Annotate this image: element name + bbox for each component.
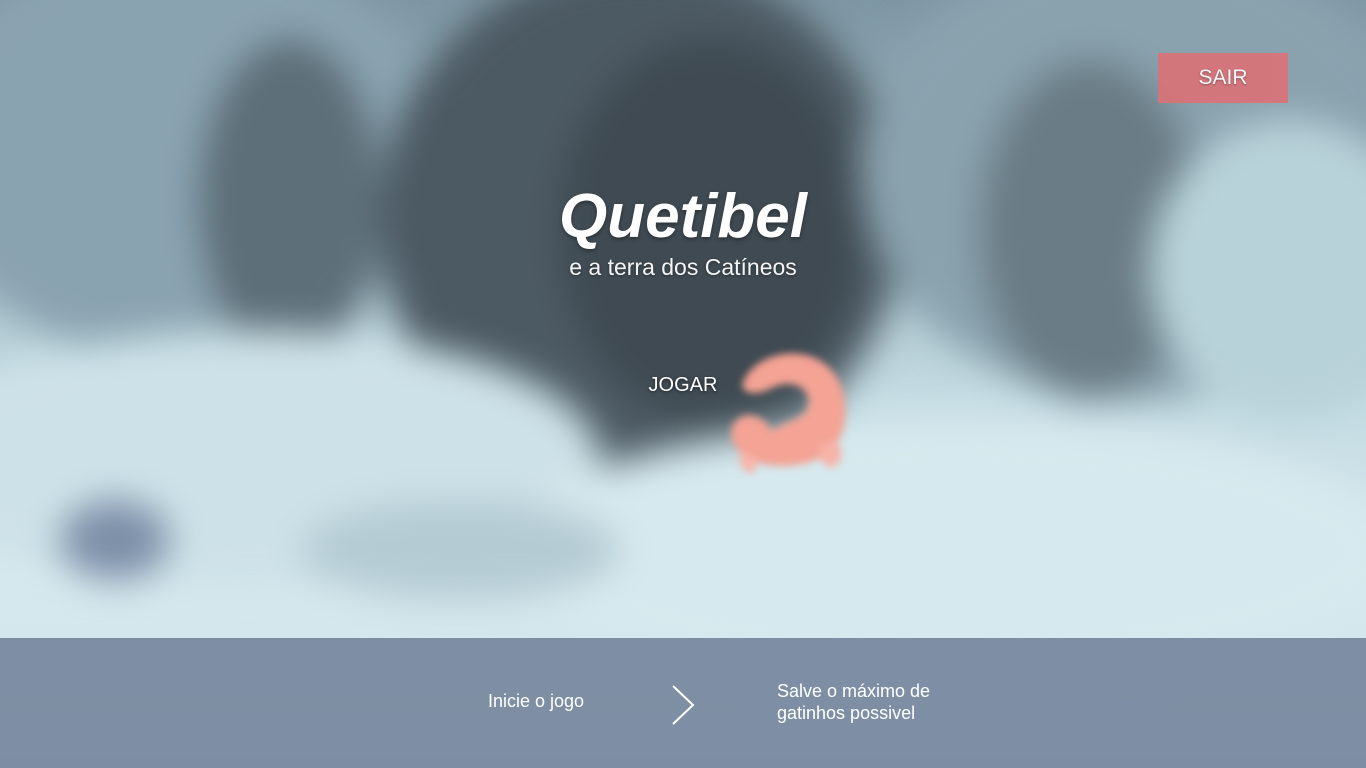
play-button[interactable]: JOGAR <box>640 370 726 400</box>
exit-button[interactable]: SAIR <box>1158 53 1288 103</box>
game-menu-screen: SAIR Quetibel e a terra dos Catíneos JOG… <box>0 0 1366 768</box>
play-button-label: JOGAR <box>648 374 718 396</box>
exit-button-label: SAIR <box>1198 66 1248 89</box>
game-title: Quetibel <box>558 182 808 251</box>
game-subtitle: e a terra dos Catíneos <box>569 254 797 280</box>
chevron-right-icon <box>672 685 695 725</box>
instruction-step-1: Inicie o jogo <box>488 691 585 711</box>
cat-curled-icon <box>731 353 846 473</box>
instruction-step-2: Salve o máximo de gatinhos possivel <box>777 681 931 723</box>
title-block: Quetibel e a terra dos Catíneos <box>0 180 1366 280</box>
